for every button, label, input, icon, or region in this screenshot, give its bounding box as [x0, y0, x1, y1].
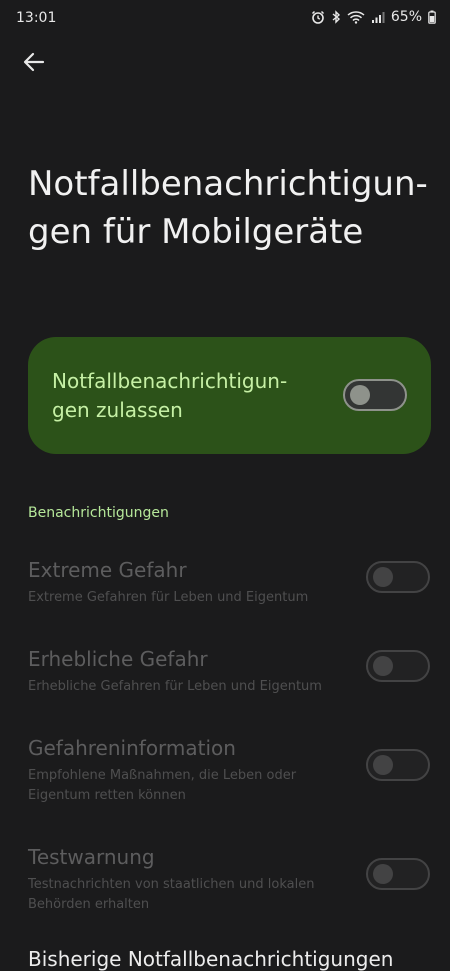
setting-title: Gefahreninformation [28, 736, 236, 760]
severe-danger-toggle[interactable] [366, 650, 430, 682]
danger-information-toggle[interactable] [366, 749, 430, 781]
setting-title: Testwarnung [28, 845, 155, 869]
section-header: Benachrichtigungen [28, 505, 169, 521]
toggle-knob [350, 385, 370, 405]
test-alert-toggle[interactable] [366, 858, 430, 890]
setting-title: Erhebliche Gefahr [28, 647, 208, 671]
alert-history-item[interactable]: Bisherige Notfallbenachrichtigungen [28, 947, 393, 971]
master-switch-card[interactable]: Notfallbenachrichtigun- gen zulassen [28, 337, 431, 454]
toggle-knob [373, 656, 393, 676]
setting-description: Empfohlene Maßnahmen, die Leben oder Eig… [28, 768, 297, 803]
extreme-danger-toggle[interactable] [366, 561, 430, 593]
setting-title: Extreme Gefahr [28, 558, 187, 582]
wifi-icon [347, 10, 365, 24]
setting-row-danger-information[interactable]: Gefahreninformation Empfohlene Maßnahmen… [0, 736, 450, 806]
battery-icon [428, 10, 436, 24]
setting-description: Testnachrichten von staatlichen und loka… [28, 877, 315, 912]
setting-description: Erhebliche Gefahren für Leben und Eigent… [28, 679, 322, 694]
toggle-knob [373, 864, 393, 884]
page-title: Notfallbenachrichtigun- gen für Mobilger… [28, 164, 428, 252]
setting-description: Extreme Gefahren für Leben und Eigentum [28, 590, 309, 605]
toggle-knob [373, 567, 393, 587]
status-icons: 65% [311, 9, 436, 25]
alarm-icon [311, 10, 325, 24]
arrow-left-icon [23, 52, 45, 76]
bluetooth-icon [331, 10, 341, 24]
setting-row-extreme-danger[interactable]: Extreme Gefahr Extreme Gefahren für Lebe… [0, 558, 450, 618]
toggle-knob [373, 755, 393, 775]
battery-level: 65% [390, 9, 422, 25]
master-toggle[interactable] [343, 379, 407, 411]
setting-row-severe-danger[interactable]: Erhebliche Gefahr Erhebliche Gefahren fü… [0, 647, 450, 707]
signal-icon [371, 10, 385, 24]
master-switch-label: Notfallbenachrichtigun- gen zulassen [52, 369, 288, 422]
setting-row-test-alert[interactable]: Testwarnung Testnachrichten von staatlic… [0, 845, 450, 915]
status-time: 13:01 [16, 10, 57, 26]
status-bar: 13:01 65% [0, 0, 450, 40]
back-button[interactable] [14, 46, 54, 82]
